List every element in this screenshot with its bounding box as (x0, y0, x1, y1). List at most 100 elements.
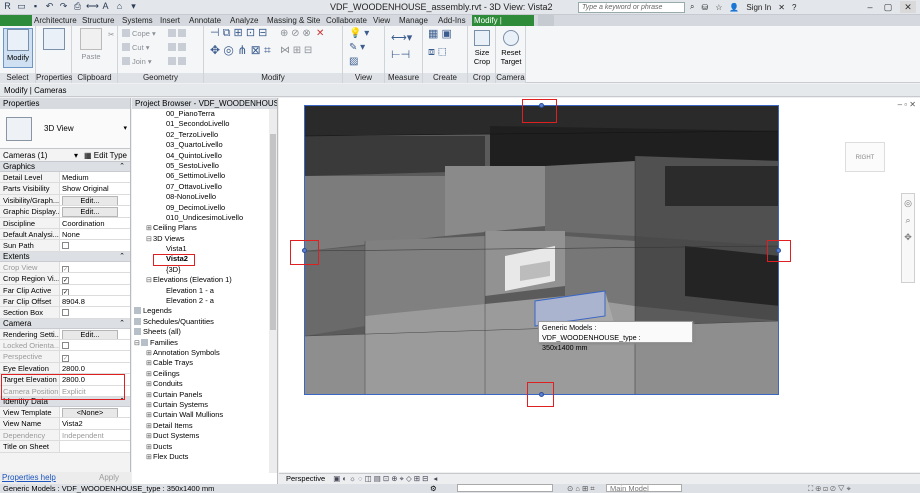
create-group-icon[interactable]: ⧈ ⬚ (428, 47, 447, 58)
user-icon[interactable]: 👤 (729, 3, 739, 12)
tree-item-level[interactable]: 02_TerzoLivello (132, 130, 277, 140)
dimension-icon[interactable]: ⊢⊣ (391, 50, 410, 61)
tree-item-level[interactable]: 03_QuartoLivello (132, 140, 277, 150)
text-icon[interactable]: A (100, 1, 111, 12)
hide-in-view-icon[interactable]: 💡 ▾ (349, 29, 369, 39)
pan-icon[interactable]: ✥ (902, 232, 914, 243)
tree-item-family[interactable]: ⊞Conduits (132, 379, 277, 389)
tree-item-level[interactable]: 04_QuintoLivello (132, 151, 277, 161)
visual-style-icon[interactable]: ▣ ◐ ☼ ◌ ◫ ▤ ⊡ ⊕ ⌖ ◇ ⊞ ⊟ (333, 474, 428, 483)
paint-icon[interactable] (168, 57, 188, 66)
tree-item-level[interactable]: 07_OttavoLivello (132, 182, 277, 192)
eye-elevation-field[interactable]: 2800.0 (59, 362, 130, 374)
tree-item-level[interactable]: 05_SestoLivello (132, 161, 277, 171)
tab-analyze[interactable]: Analyze (230, 15, 267, 26)
chevron-down-icon[interactable]: ▾ (123, 124, 127, 132)
edit-type-button[interactable]: ▦ Edit Type (84, 149, 127, 162)
save-icon[interactable]: ▪ (30, 1, 41, 12)
search-icon[interactable]: ⌕ (690, 2, 694, 12)
mirror-icon[interactable]: ⋈ ⊞ ⊟ (280, 46, 312, 56)
prop-default-analysis[interactable]: Default Analysi... None (0, 228, 130, 241)
search-input[interactable]: Type a keyword or phrase (578, 2, 685, 13)
tree-item-family[interactable]: ⊞Curtain Panels (132, 390, 277, 400)
file-tab[interactable] (0, 15, 32, 26)
prop-crop-view[interactable]: Crop View ✓ (0, 261, 130, 274)
prop-parts-visibility[interactable]: Parts Visibility Show Original (0, 183, 130, 195)
prop-section-box[interactable]: Section Box (0, 307, 130, 319)
app-menu-icon[interactable]: R (2, 1, 13, 12)
open-icon[interactable]: ▭ (16, 1, 27, 12)
geometry-tools-icon[interactable] (168, 29, 188, 38)
prop-far-clip-active[interactable]: Far Clip Active ✓ (0, 284, 130, 296)
view-window-controls[interactable]: – ▫ ✕ (898, 100, 916, 109)
maximize-icon[interactable]: ▢ (880, 1, 896, 13)
group-graphics[interactable]: Graphics ⌃ (0, 162, 130, 172)
subscription-icon[interactable]: ⛁ (701, 3, 708, 12)
linework-icon[interactable]: ▨ (349, 57, 358, 67)
qat-dropdown-icon[interactable]: ▾ (128, 1, 139, 12)
view-cube[interactable]: RIGHT (845, 142, 885, 172)
clipboard-cut-icon[interactable]: ✂ (108, 30, 114, 39)
tree-node-schedules[interactable]: Schedules/Quantities (132, 317, 277, 327)
create-assembly-icon[interactable]: ▦ ▣ (428, 29, 452, 40)
workset-dropdown[interactable] (457, 484, 553, 492)
move-icon[interactable]: ✥ ◎ ⋔ ⊠ ⌗ (210, 44, 271, 56)
tab-add-ins[interactable]: Add-Ins (438, 15, 472, 26)
prop-view-name[interactable]: View Name Vista2 (0, 418, 130, 430)
modify-button[interactable]: Modify (3, 28, 33, 68)
close-icon[interactable]: ✕ (900, 1, 916, 13)
prop-sun-path[interactable]: Sun Path (0, 240, 130, 252)
cope-button[interactable]: Cope ▾ (122, 29, 156, 38)
selection-filters-icon[interactable]: ⛶ ⊕ ⊡ ⊘ ▽ ⌖ (808, 484, 851, 493)
align-icon[interactable]: ⊣ ⧉ ⊞ ⊡ ⊟ (210, 28, 267, 39)
redo-icon[interactable]: ↷ (58, 1, 69, 12)
tree-item-level[interactable]: 06_SettimoLivello (132, 171, 277, 181)
design-option-dropdown[interactable]: Main Model (606, 484, 682, 492)
prop-view-template[interactable]: View Template <None> (0, 407, 130, 419)
help-button[interactable]: ? (792, 3, 796, 12)
tree-node-families[interactable]: ⊟ Families (132, 338, 277, 348)
crop-region-checkbox[interactable]: ✓ (62, 277, 69, 284)
measure-icon[interactable]: ⟷▾ (391, 33, 412, 44)
tree-item-family[interactable]: ⊞Ceilings (132, 369, 277, 379)
instance-filter[interactable]: Cameras (1) ▾ ▦ Edit Type (0, 149, 130, 162)
tree-node-ceiling-plans[interactable]: ⊞Ceiling Plans (132, 223, 277, 233)
tree-item-family[interactable]: ⊞Ducts (132, 442, 277, 452)
tree-node-elevations[interactable]: ⊟Elevations (Elevation 1) (132, 275, 277, 285)
far-clip-checkbox[interactable]: ✓ (62, 288, 69, 295)
tree-item-family[interactable]: ⊞Cable Trays (132, 358, 277, 368)
section-box-checkbox[interactable] (62, 309, 69, 317)
type-selector[interactable]: 3D View ▾ (0, 109, 130, 149)
prop-discipline[interactable]: Discipline Coordination (0, 217, 130, 229)
tree-item-elevation[interactable]: Elevation 1 - a (132, 286, 277, 296)
prop-locked-orientation[interactable]: Locked Orienta... (0, 340, 130, 352)
tab-insert[interactable]: Insert (160, 15, 189, 26)
copy-icon[interactable]: ⊕ ⊘ ⊗ (280, 29, 311, 39)
tree-item-level[interactable]: 010_UndicesimoLivello (132, 213, 277, 223)
group-camera[interactable]: Camera ⌃ (0, 318, 130, 329)
tree-item-level[interactable]: 00_PianoTerra (132, 109, 277, 119)
tab-systems[interactable]: Systems (122, 15, 160, 26)
tab-architecture[interactable]: Architecture (34, 15, 82, 26)
exchange-icon[interactable]: ✕ (778, 3, 785, 12)
3d-viewport[interactable]: – ▫ ✕ Generic Models: VDF_WOODENHOUSE_t… (279, 98, 920, 472)
tree-item-family[interactable]: ⊞Curtain Systems (132, 400, 277, 410)
tree-item-level[interactable]: 08-NonoLivello (132, 192, 277, 202)
tab-view[interactable]: View (373, 15, 399, 26)
tree-item-3d[interactable]: {3D} (132, 265, 277, 275)
sign-in-link[interactable]: Sign In (746, 3, 771, 12)
group-extents[interactable]: Extents ⌃ (0, 251, 130, 262)
tree-item-family[interactable]: ⊞Detail Items (132, 421, 277, 431)
tab-structure[interactable]: Structure (82, 15, 122, 26)
view-template-button[interactable]: <None> (62, 408, 118, 418)
tab-manage[interactable]: Manage (399, 15, 438, 26)
tree-item-level[interactable]: 09_DecimoLivello (132, 203, 277, 213)
sun-path-checkbox[interactable] (62, 242, 69, 250)
properties-help-link[interactable]: Properties help (2, 473, 56, 482)
prop-rendering-settings[interactable]: Rendering Setti... Edit... (0, 328, 130, 341)
cut-button[interactable]: Cut ▾ (122, 43, 150, 52)
prop-perspective[interactable]: Perspective ✓ (0, 351, 130, 363)
select-panel-label[interactable]: Select (0, 73, 35, 83)
tree-item-family[interactable]: ⊞Flex Ducts (132, 452, 277, 462)
status-tools-icon[interactable]: ⊙ ⌂ ⊞ ⌗ (567, 484, 595, 493)
